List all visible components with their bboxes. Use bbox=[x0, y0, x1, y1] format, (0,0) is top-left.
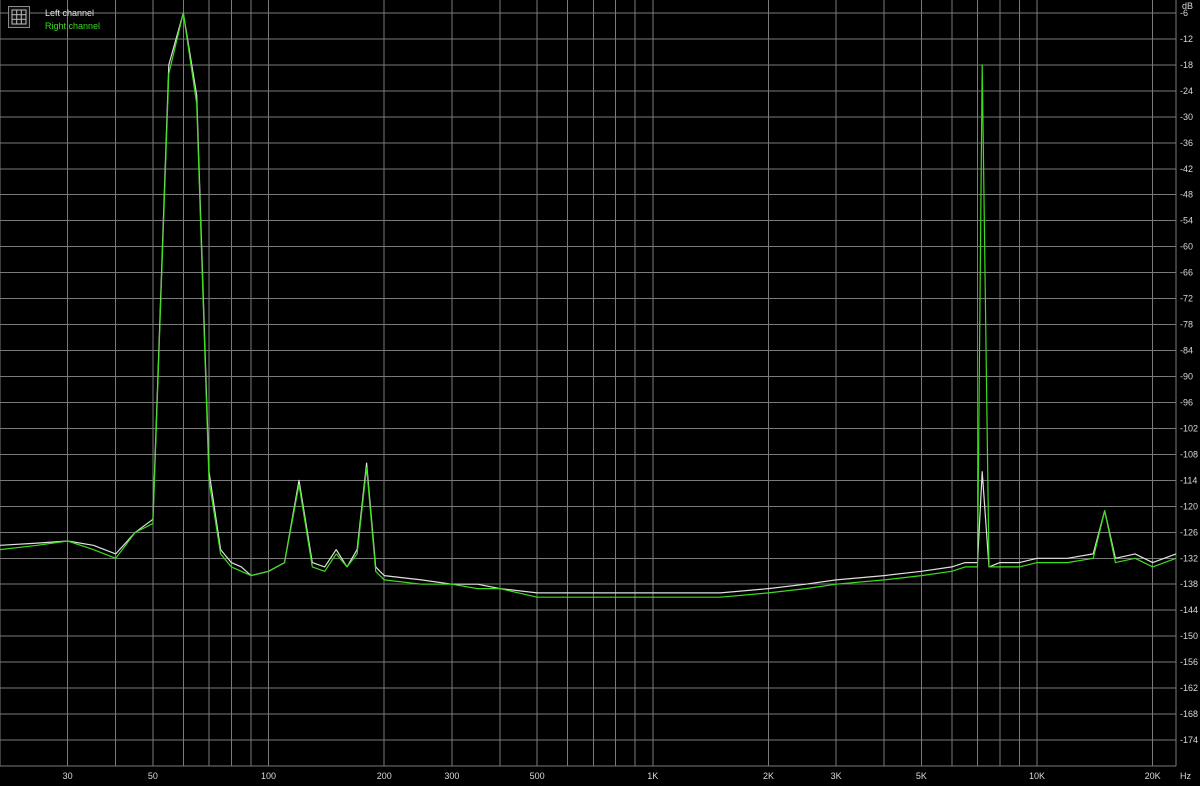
y-tick-label: -96 bbox=[1180, 397, 1193, 407]
y-tick-label: -84 bbox=[1180, 346, 1193, 356]
y-tick-label: -126 bbox=[1180, 527, 1198, 537]
y-tick-labels: -6-12-18-24-30-36-42-48-54-60-66-72-78-8… bbox=[1180, 8, 1198, 745]
x-tick-label: 50 bbox=[148, 771, 158, 781]
y-tick-label: -18 bbox=[1180, 60, 1193, 70]
x-tick-label: 300 bbox=[444, 771, 459, 781]
y-tick-label: -150 bbox=[1180, 631, 1198, 641]
y-tick-label: -174 bbox=[1180, 735, 1198, 745]
x-unit-label: Hz bbox=[1180, 771, 1191, 781]
y-unit-label: dB bbox=[1182, 1, 1193, 11]
x-tick-label: 10K bbox=[1029, 771, 1045, 781]
y-tick-label: -60 bbox=[1180, 242, 1193, 252]
y-tick-label: -36 bbox=[1180, 138, 1193, 148]
y-tick-label: -30 bbox=[1180, 112, 1193, 122]
y-tick-label: -24 bbox=[1180, 86, 1193, 96]
y-tick-label: -90 bbox=[1180, 372, 1193, 382]
x-tick-labels: 30 50 100 200 300 500 1K 2K 3K 5K 10K 20K bbox=[63, 771, 1161, 781]
y-tick-label: -120 bbox=[1180, 501, 1198, 511]
x-tick-label: 30 bbox=[63, 771, 73, 781]
x-tick-label: 20K bbox=[1145, 771, 1161, 781]
y-tick-label: -48 bbox=[1180, 190, 1193, 200]
y-tick-label: -42 bbox=[1180, 164, 1193, 174]
y-tick-label: -114 bbox=[1180, 475, 1197, 485]
x-tick-label: 3K bbox=[831, 771, 842, 781]
y-tick-label: -12 bbox=[1180, 34, 1193, 44]
y-tick-label: -144 bbox=[1180, 605, 1198, 615]
legend-left-channel: Left channel bbox=[45, 8, 95, 18]
y-tick-label: -72 bbox=[1180, 294, 1193, 304]
x-tick-label: 1K bbox=[647, 771, 658, 781]
y-tick-label: -162 bbox=[1180, 683, 1198, 693]
y-tick-label: -102 bbox=[1180, 423, 1198, 433]
y-tick-label: -156 bbox=[1180, 657, 1198, 667]
legend-right-channel: Right channel bbox=[45, 21, 101, 31]
y-tick-label: -138 bbox=[1180, 579, 1198, 589]
x-tick-label: 200 bbox=[377, 771, 392, 781]
y-tick-label: -108 bbox=[1180, 449, 1198, 459]
x-tick-label: 500 bbox=[530, 771, 545, 781]
y-tick-label: -132 bbox=[1180, 553, 1198, 563]
x-tick-label: 2K bbox=[763, 771, 774, 781]
spectrum-plot: -6-12-18-24-30-36-42-48-54-60-66-72-78-8… bbox=[0, 0, 1198, 781]
x-tick-label: 5K bbox=[916, 771, 927, 781]
grid-icon[interactable] bbox=[8, 6, 30, 28]
x-tick-label: 100 bbox=[261, 771, 276, 781]
y-tick-label: -66 bbox=[1180, 268, 1193, 278]
y-tick-label: -78 bbox=[1180, 320, 1193, 330]
y-tick-label: -168 bbox=[1180, 709, 1198, 719]
y-tick-label: -54 bbox=[1180, 216, 1193, 226]
